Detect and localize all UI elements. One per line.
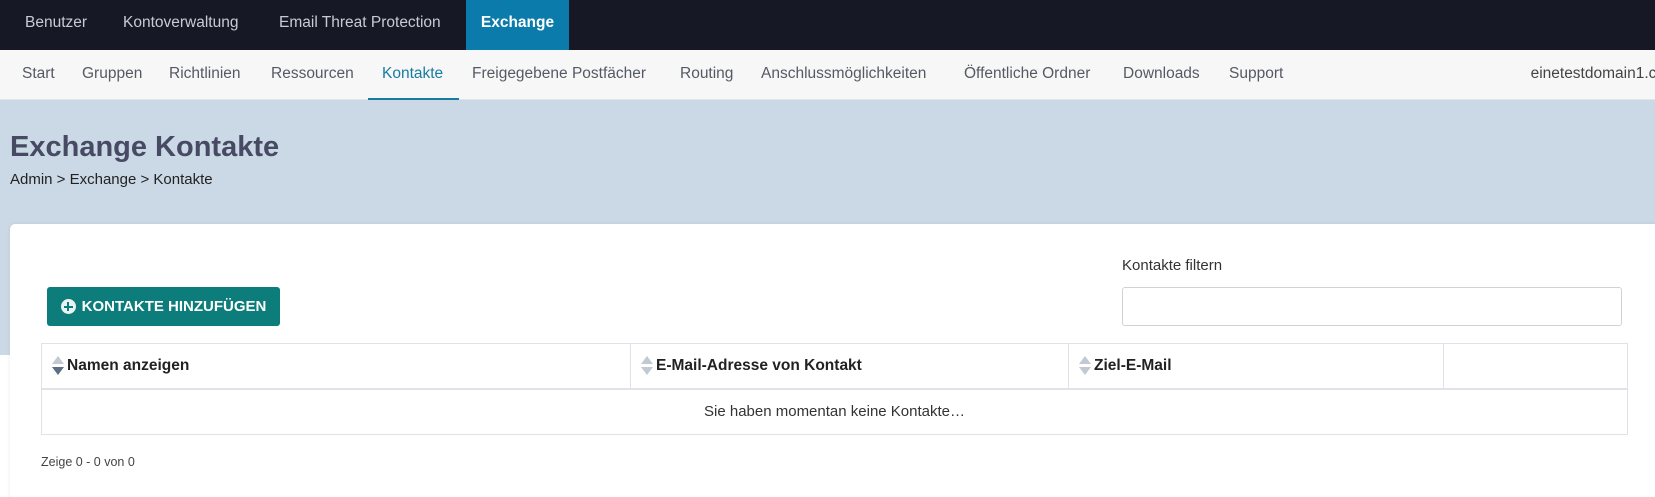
add-contacts-button[interactable]: KONTAKTE HINZUFÜGEN [47,287,280,326]
breadcrumb: Admin > Exchange > Kontakte [10,171,213,188]
sort-icon [1079,356,1091,376]
subnav-item-gruppen[interactable]: Gruppen [82,50,142,100]
column-header-target-email[interactable]: Ziel-E-Mail [1069,344,1444,388]
subnav-item-anschlussmoeglichkeiten[interactable]: Anschlussmöglichkeiten [761,50,926,100]
table-empty-message: Sie haben momentan keine Kontakte… [704,403,965,420]
sort-desc-icon [52,356,64,376]
contacts-filter-input[interactable] [1122,287,1622,326]
column-header-label: Ziel-E-Mail [1094,357,1172,374]
column-header-label: E-Mail-Adresse von Kontakt [656,357,862,374]
tab-email-threat-protection[interactable]: Email Threat Protection [279,0,441,50]
subnav-item-start[interactable]: Start [22,50,55,100]
sort-icon [641,356,653,376]
table-header: Namen anzeigen E-Mail-Adresse von Kontak… [42,344,1627,390]
subnav-item-oeffentliche-ordner[interactable]: Öffentliche Ordner [964,50,1090,100]
sub-navigation: Start Gruppen Richtlinien Ressourcen Kon… [0,50,1655,100]
subnav-item-support[interactable]: Support [1229,50,1283,100]
pagination-summary: Zeige 0 - 0 von 0 [41,455,135,469]
tab-benutzer[interactable]: Benutzer [25,0,87,50]
column-header-contact-email[interactable]: E-Mail-Adresse von Kontakt [631,344,1069,388]
filter-label: Kontakte filtern [1122,257,1223,274]
subnav-item-downloads[interactable]: Downloads [1123,50,1200,100]
column-header-display-name[interactable]: Namen anzeigen [42,344,631,388]
plus-circle-icon [60,299,76,314]
page-title: Exchange Kontakte [10,131,280,163]
subnav-item-routing[interactable]: Routing [680,50,733,100]
column-header-label: Namen anzeigen [67,357,190,374]
subnav-item-kontakte[interactable]: Kontakte [382,50,443,100]
contacts-table: Namen anzeigen E-Mail-Adresse von Kontak… [41,343,1628,435]
tab-kontoverwaltung[interactable]: Kontoverwaltung [123,0,238,50]
column-header-actions [1444,344,1627,388]
domain-selector[interactable]: einetestdomain1.ch [1531,50,1655,100]
subnav-item-richtlinien[interactable]: Richtlinien [169,50,241,100]
add-contacts-label: KONTAKTE HINZUFÜGEN [81,298,267,315]
subnav-item-ressourcen[interactable]: Ressourcen [271,50,354,100]
top-navigation: Benutzer Kontoverwaltung Email Threat Pr… [0,0,1655,50]
tab-exchange[interactable]: Exchange [466,0,569,50]
subnav-item-freigegebene-postfaecher[interactable]: Freigegebene Postfächer [472,50,646,100]
